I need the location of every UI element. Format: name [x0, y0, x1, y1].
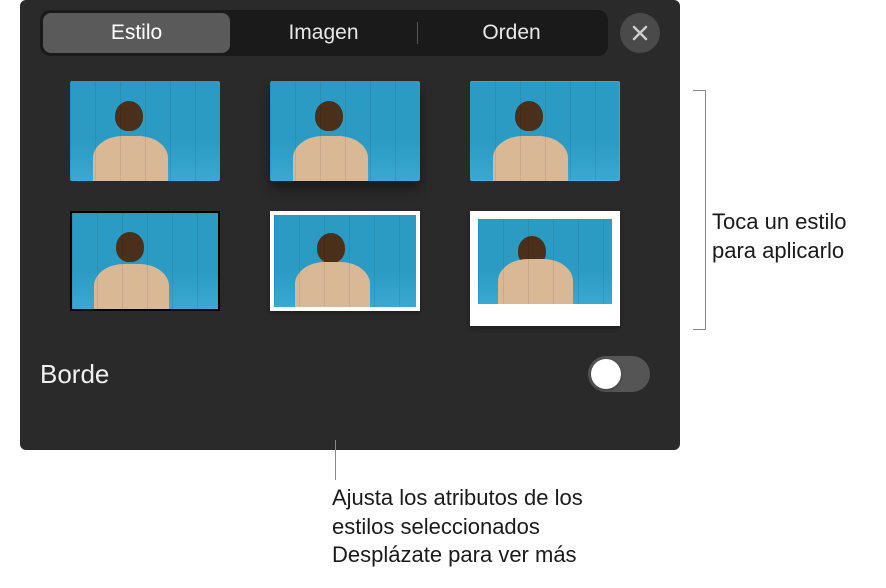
callout-attributes: Ajusta los atributos de los estilos sele…	[332, 484, 642, 570]
close-button[interactable]	[620, 13, 660, 53]
tab-order[interactable]: Orden	[418, 13, 605, 53]
tab-style[interactable]: Estilo	[43, 13, 230, 53]
style-option-white-border[interactable]	[270, 211, 420, 311]
style-option-shadow[interactable]	[270, 81, 420, 181]
callout-line	[688, 90, 706, 330]
format-panel: Estilo Imagen Orden	[20, 0, 680, 450]
style-option-soft[interactable]	[470, 81, 620, 181]
tab-style-label: Estilo	[111, 21, 162, 44]
style-grid	[40, 81, 660, 326]
border-toggle[interactable]	[588, 356, 650, 392]
panel-header: Estilo Imagen Orden	[40, 10, 660, 56]
tab-image-label: Imagen	[288, 21, 358, 44]
close-icon	[631, 24, 649, 42]
style-option-plain[interactable]	[70, 81, 220, 181]
border-row: Borde	[40, 356, 660, 392]
style-option-polaroid[interactable]	[470, 211, 620, 326]
tab-image[interactable]: Imagen	[230, 13, 417, 53]
toggle-knob	[591, 359, 621, 389]
tab-bar: Estilo Imagen Orden	[40, 10, 608, 56]
tab-order-label: Orden	[482, 21, 540, 44]
callout-style-tap: Toca un estilo para aplicarlo	[712, 208, 877, 265]
style-option-black-border[interactable]	[70, 211, 220, 311]
callout-line	[335, 440, 336, 480]
border-label: Borde	[40, 359, 109, 390]
